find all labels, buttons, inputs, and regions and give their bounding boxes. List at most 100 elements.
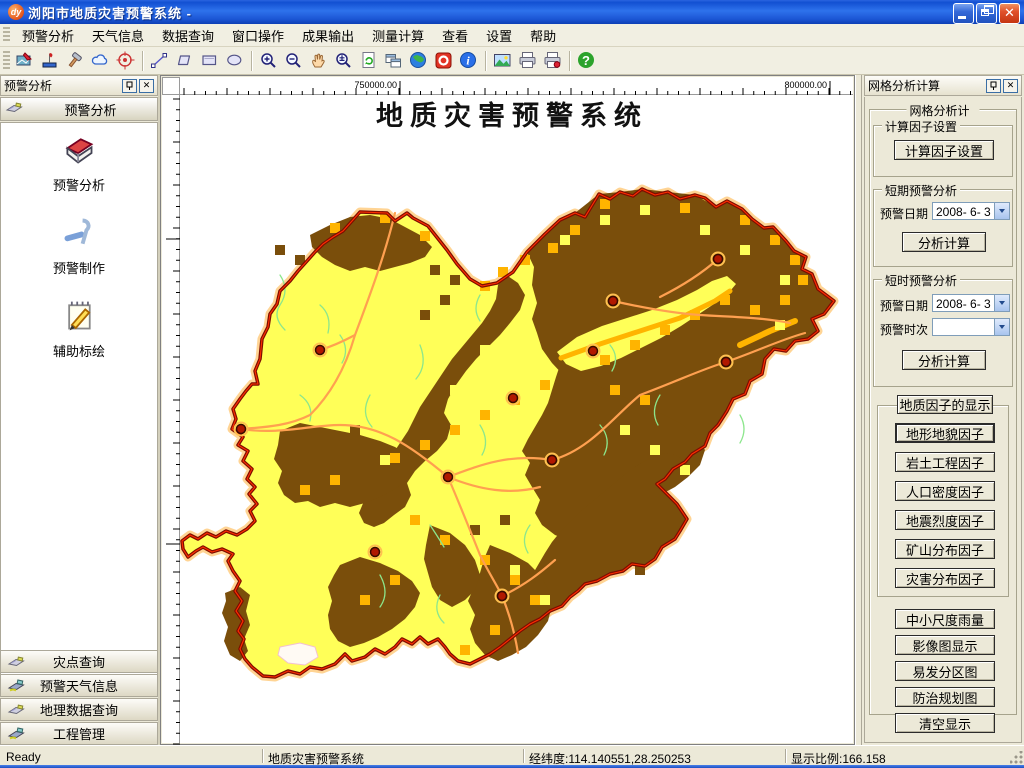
left-panel-bar-4[interactable]: 工程管理 — [0, 722, 158, 745]
cloud-button[interactable] — [88, 49, 113, 73]
factor-button-6[interactable]: 灾害分布因子 — [895, 568, 995, 588]
menu-item-9[interactable]: 帮助 — [521, 23, 565, 48]
map-canvas[interactable]: 地质灾害预警系统 — [180, 95, 853, 743]
short-time-date-label: 预警日期 — [880, 297, 928, 314]
factor-button-3[interactable]: 人口密度因子 — [895, 481, 995, 501]
short-term-date-value: 2008- 6- 3 — [933, 203, 994, 219]
right-panel-pin-button[interactable] — [986, 79, 1001, 93]
menu-item-4[interactable]: 窗口操作 — [223, 23, 293, 48]
statusbar-separator — [523, 749, 524, 763]
zoom-in-button[interactable] — [256, 49, 281, 73]
display-button-4[interactable]: 防治规划图 — [895, 687, 995, 707]
stop-button[interactable] — [431, 49, 456, 73]
short-time-analyze-button[interactable]: 分析计算 — [902, 350, 986, 370]
right-panel-close-button[interactable]: ✕ — [1003, 79, 1018, 93]
grid-analysis-panel: 网格分析计算 计算因子设置 计算因子设置 短期预警分析 预警日期 2008- 6… — [864, 97, 1022, 743]
menu-item-7[interactable]: 查看 — [433, 23, 477, 48]
zoom-out-button[interactable] — [281, 49, 306, 73]
short-term-label: 短期预警分析 — [882, 182, 960, 199]
titlebar: dy 浏阳市地质灾害预警系统 - ✕ — [0, 0, 1024, 24]
left-panel-item-1[interactable]: 预警分析 — [1, 133, 157, 194]
left-panel-item-3[interactable]: 辅助标绘 — [1, 299, 157, 360]
map-cell — [390, 453, 400, 463]
menu-item-3[interactable]: 数据查询 — [153, 23, 223, 48]
left-panel-item-2[interactable]: 预警制作 — [1, 216, 157, 277]
map-cell — [600, 355, 610, 365]
map-cell — [700, 225, 710, 235]
panel-splitter[interactable] — [855, 75, 862, 745]
menu-item-1[interactable]: 预警分析 — [13, 23, 83, 48]
vertical-ruler: 3150000.003100000.00 — [162, 95, 180, 743]
info-button[interactable]: i — [456, 49, 481, 73]
menubar-grip[interactable] — [3, 27, 10, 42]
factor-button-5[interactable]: 矿山分布因子 — [895, 539, 995, 559]
left-panel-banner[interactable]: 预警分析 — [0, 97, 158, 121]
print-preview-button[interactable] — [540, 49, 565, 73]
app-icon: dy — [8, 4, 24, 20]
hand-pen-icon — [62, 216, 96, 253]
minimize-button[interactable] — [953, 3, 974, 24]
menu-item-2[interactable]: 天气信息 — [83, 23, 153, 48]
toolbar-grip[interactable] — [3, 51, 10, 70]
left-panel-close-button[interactable]: ✕ — [139, 79, 154, 93]
left-panel-item-label: 预警制作 — [53, 258, 105, 277]
toolbar-separator — [142, 51, 143, 71]
short-time-date-value: 2008- 6- 3 — [933, 295, 994, 311]
menu-item-8[interactable]: 设置 — [477, 23, 521, 48]
globe-button[interactable] — [406, 49, 431, 73]
map-scene-icon — [16, 51, 35, 70]
menu-item-6[interactable]: 测量计算 — [363, 23, 433, 48]
draw-ellipse-button[interactable] — [222, 49, 247, 73]
toolbar-separator — [485, 51, 486, 71]
short-term-date-combo[interactable]: 2008- 6- 3 — [932, 202, 1010, 220]
map-cell — [420, 231, 430, 241]
left-panel-bar-2[interactable]: 预警天气信息 — [0, 674, 158, 697]
close-button[interactable]: ✕ — [999, 3, 1020, 24]
draw-polygon-button[interactable] — [172, 49, 197, 73]
restore-button[interactable] — [976, 3, 997, 24]
toolbar-separator — [251, 51, 252, 71]
target-button[interactable] — [113, 49, 138, 73]
map-cell — [500, 515, 510, 525]
town-marker — [314, 344, 327, 357]
copy-window-icon — [384, 51, 403, 70]
display-button-2[interactable]: 影像图显示 — [895, 635, 995, 655]
hammer-button[interactable] — [63, 49, 88, 73]
zoom-extent-button[interactable] — [331, 49, 356, 73]
map-cell — [610, 385, 620, 395]
menu-item-5[interactable]: 成果输出 — [293, 23, 363, 48]
short-time-date-combo[interactable]: 2008- 6- 3 — [932, 294, 1010, 312]
draw-line-button[interactable] — [147, 49, 172, 73]
short-time-period-combo[interactable] — [932, 318, 1010, 336]
factor-button-4[interactable]: 地震烈度因子 — [895, 510, 995, 530]
short-time-period-dropdown[interactable] — [994, 319, 1009, 335]
display-button-5[interactable]: 清空显示 — [895, 713, 995, 733]
refresh-button[interactable] — [356, 49, 381, 73]
factor-setting-button[interactable]: 计算因子设置 — [894, 140, 994, 160]
short-term-analyze-button[interactable]: 分析计算 — [902, 232, 986, 252]
print-button[interactable] — [515, 49, 540, 73]
hammer-icon — [66, 51, 85, 70]
left-panel-bar-1[interactable]: 灾点查询 — [0, 650, 158, 673]
close-icon: ✕ — [1000, 5, 1019, 21]
pan-button[interactable] — [306, 49, 331, 73]
short-time-date-dropdown[interactable] — [994, 295, 1009, 311]
map-scene-button[interactable] — [13, 49, 38, 73]
short-term-date-dropdown[interactable] — [994, 203, 1009, 219]
pin-flag-button[interactable] — [38, 49, 63, 73]
left-panel-bar-3[interactable]: 地理数据查询 — [0, 698, 158, 721]
left-panel-pin-button[interactable] — [122, 79, 137, 93]
image-button[interactable] — [490, 49, 515, 73]
factor-button-2[interactable]: 岩土工程因子 — [895, 452, 995, 472]
factor-button-1[interactable]: 地形地貌因子 — [895, 423, 995, 443]
copy-window-button[interactable] — [381, 49, 406, 73]
help-icon: ? — [577, 51, 596, 70]
draw-rectangle-button[interactable] — [197, 49, 222, 73]
display-button-3[interactable]: 易发分区图 — [895, 661, 995, 681]
town-marker — [369, 546, 382, 559]
display-button-1[interactable]: 中小尺度雨量 — [895, 609, 995, 629]
print-preview-icon — [543, 51, 562, 70]
map-cell — [640, 205, 650, 215]
help-button[interactable]: ? — [574, 49, 599, 73]
left-panel: 预警分析 ✕ 预警分析 预警分析预警制作辅助标绘 灾点查询预警天气信息地理数据查… — [0, 75, 160, 745]
